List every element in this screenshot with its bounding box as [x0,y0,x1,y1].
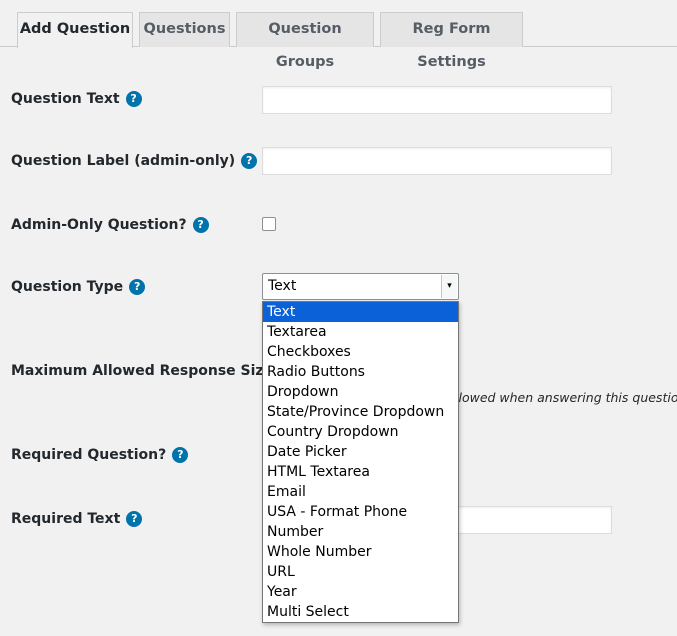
question-type-select[interactable]: Text ▾ [262,273,459,300]
dropdown-option[interactable]: Dropdown [263,382,458,402]
tab-add-question[interactable]: Add Question [17,12,133,48]
admin-only-label: Admin-Only Question? [11,217,187,233]
dropdown-option[interactable]: Number [263,522,458,542]
dropdown-option[interactable]: Textarea [263,322,458,342]
dropdown-option[interactable]: Text [263,302,458,322]
tab-reg-form-settings[interactable]: Reg Form Settings [380,12,523,70]
question-label-input[interactable] [262,147,612,175]
dropdown-option[interactable]: Date Picker [263,442,458,462]
dropdown-option[interactable]: Year [263,582,458,602]
chevron-down-icon[interactable]: ▾ [441,275,457,298]
admin-only-checkbox[interactable] [262,217,276,231]
question-type-dropdown-list[interactable]: Text Textarea Checkboxes Radio Buttons D… [262,301,459,623]
dropdown-option[interactable]: Country Dropdown [263,422,458,442]
help-icon[interactable]: ? [172,447,189,463]
dropdown-option[interactable]: URL [263,562,458,582]
required-text-label: Required Text [11,511,121,527]
dropdown-option[interactable]: Radio Buttons [263,362,458,382]
dropdown-option[interactable]: HTML Textarea [263,462,458,482]
required-question-label: Required Question? [11,447,167,463]
dropdown-option[interactable]: State/Province Dropdown [263,402,458,422]
help-icon[interactable]: ? [129,279,146,295]
admin-only-row-label: Admin-Only Question?? [11,217,209,233]
question-type-row-label: Question Type? [11,279,146,295]
help-icon[interactable]: ? [241,153,258,169]
dropdown-option[interactable]: Email [263,482,458,502]
help-icon[interactable]: ? [126,511,143,527]
question-type-label: Question Type [11,279,124,295]
tab-bar: Add Question Questions Question Groups R… [0,0,677,70]
question-text-label: Question Text [11,91,120,107]
help-icon[interactable]: ? [125,91,142,107]
question-text-row-label: Question Text? [11,91,142,107]
dropdown-option[interactable]: Multi Select [263,602,458,622]
dropdown-option[interactable]: Whole Number [263,542,458,562]
max-response-row-label: Maximum Allowed Response Size [11,363,273,379]
required-question-row-label: Required Question?? [11,447,189,463]
required-text-row-label: Required Text? [11,511,143,527]
max-response-description: llowed when answering this question [455,390,677,405]
question-type-selected-value: Text [268,278,297,294]
tab-questions[interactable]: Questions [139,12,230,47]
dropdown-option[interactable]: Checkboxes [263,342,458,362]
question-label-row-label: Question Label (admin-only)? [11,153,258,169]
tab-question-groups[interactable]: Question Groups [236,12,374,70]
question-label-label: Question Label (admin-only) [11,153,236,169]
help-icon[interactable]: ? [192,217,209,233]
max-response-label: Maximum Allowed Response Size [11,363,274,379]
question-text-input[interactable] [262,86,612,114]
dropdown-option[interactable]: USA - Format Phone [263,502,458,522]
